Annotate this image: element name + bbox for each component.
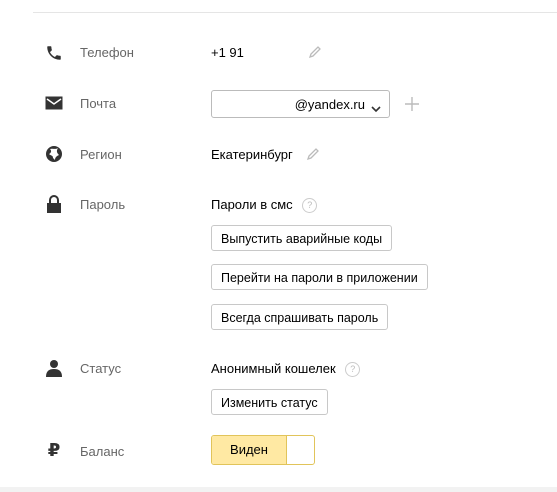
status-value-wrap: Анонимный кошелек ? — [211, 361, 361, 378]
top-divider — [33, 12, 557, 13]
toggle-label: Виден — [212, 436, 286, 464]
password-sms-text: Пароли в смс — [211, 197, 293, 212]
password-sms-wrap: Пароли в смс ? — [211, 197, 318, 214]
email-label: Почта — [80, 96, 117, 111]
globe-icon — [44, 144, 64, 164]
toggle-knob — [286, 436, 287, 464]
region-value-wrap: Екатеринбург — [211, 147, 320, 164]
edit-phone-pencil-icon[interactable] — [308, 45, 322, 62]
status-label: Статус — [80, 361, 122, 376]
phone-label: Телефон — [80, 45, 134, 60]
profile-card: Телефон +1 91 Почта @yandex.ru Регион Ек… — [0, 0, 557, 487]
change-status-button[interactable]: Изменить статус — [211, 389, 328, 415]
user-icon — [44, 358, 64, 378]
phone-value-wrap: +1 91 — [211, 45, 322, 62]
lock-icon — [44, 194, 64, 214]
edit-region-pencil-icon[interactable] — [306, 147, 320, 164]
balance-label: Баланс — [80, 444, 125, 459]
region-value: Екатеринбург — [211, 147, 293, 162]
region-label: Регион — [80, 147, 122, 162]
balance-visibility-toggle[interactable]: Виден — [211, 435, 315, 465]
email-domain: @yandex.ru — [294, 97, 365, 112]
ruble-icon: ₽ — [47, 439, 61, 461]
phone-value: +1 91 — [211, 45, 244, 60]
mail-icon — [44, 93, 64, 113]
phone-icon — [44, 43, 64, 63]
chevron-down-icon — [371, 101, 381, 116]
add-email-plus-icon[interactable] — [403, 90, 421, 118]
app-passwords-button[interactable]: Перейти на пароли в приложении — [211, 264, 428, 290]
password-help-icon[interactable]: ? — [302, 198, 318, 214]
password-label: Пароль — [80, 197, 126, 212]
email-select[interactable]: @yandex.ru — [211, 90, 390, 118]
status-value: Анонимный кошелек — [211, 361, 336, 376]
status-help-icon[interactable]: ? — [345, 362, 361, 378]
emergency-codes-button[interactable]: Выпустить аварийные коды — [211, 225, 393, 251]
always-ask-password-button[interactable]: Всегда спрашивать пароль — [211, 304, 389, 330]
